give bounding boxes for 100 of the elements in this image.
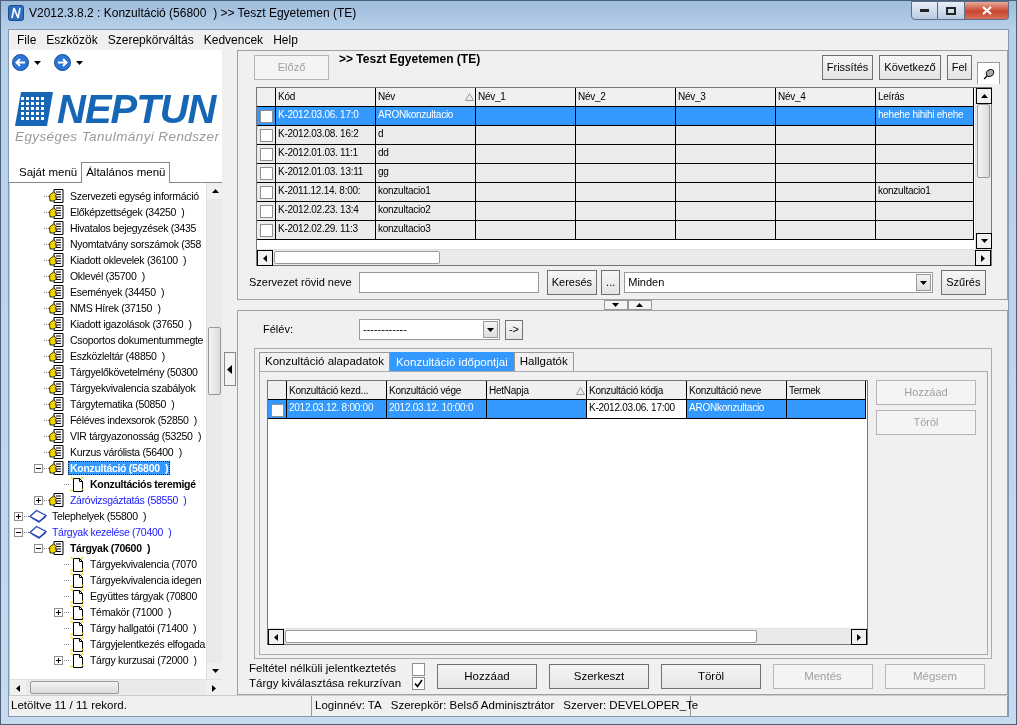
tree-item[interactable]: NMS Hírek (37150 ) (68, 300, 163, 316)
scroll-down-button[interactable] (976, 233, 992, 249)
tree-item[interactable]: Témakör (71000 ) (88, 604, 174, 620)
action-button[interactable]: Hozzáad (437, 664, 537, 689)
expand-button[interactable] (13, 511, 23, 521)
tab[interactable]: Konzultáció alapadatok (259, 352, 390, 371)
maximize-button[interactable] (938, 1, 965, 20)
scroll-up-button[interactable] (207, 183, 223, 199)
checkbox[interactable] (412, 662, 425, 676)
collapse-up-button[interactable] (627, 300, 652, 310)
tree-item[interactable]: Tárgytematika (50850 ) (68, 396, 177, 412)
column-header[interactable]: Név_3 (676, 88, 776, 107)
tab[interactable]: Hallgatók (513, 352, 574, 371)
column-header[interactable]: Név_4 (776, 88, 876, 107)
close-button[interactable] (965, 1, 1009, 20)
scroll-left-button[interactable] (268, 629, 284, 645)
toolbar-button[interactable]: Következő (879, 55, 941, 80)
caret-icon[interactable] (34, 60, 41, 65)
collapse-button[interactable] (33, 463, 43, 473)
table-row[interactable]: 2012.03.12. 8:00:00 2012.03.12. 10:00:0 K-2012.03.06. 17:00 ARONkonzultacio (268, 400, 867, 419)
scroll-thumb[interactable] (285, 630, 757, 643)
tree-item[interactable]: Kiadott oklevelek (36100 ) (68, 252, 189, 268)
menu-item[interactable]: Eszközök (41, 32, 103, 48)
checkbox-column-header[interactable] (268, 381, 287, 400)
tree-item[interactable]: Záróvizsgáztatás (58550 ) (68, 492, 189, 508)
scroll-thumb[interactable] (977, 104, 990, 178)
scroll-thumb[interactable] (208, 327, 221, 395)
tree-item[interactable]: Telephelyek (55800 ) (50, 508, 149, 524)
tree-item[interactable]: Kurzus várólista (56400 ) (68, 444, 184, 460)
checkbox-column-header[interactable] (257, 88, 276, 107)
tree-item[interactable]: Tárgyelőkövetelmény (50300 (68, 364, 200, 380)
column-header[interactable]: Konzultáció neve (687, 381, 787, 400)
tree-item[interactable]: Események (34450 ) (68, 284, 167, 300)
semester-select[interactable]: ------------ (358, 319, 500, 340)
tree-item[interactable]: Tárgyekvivalencia (7070 (88, 556, 199, 572)
minimize-button[interactable] (911, 1, 938, 20)
tree-item[interactable]: Tárgyak (70600 ) (68, 540, 153, 556)
column-header[interactable]: Név (376, 88, 476, 107)
action-button[interactable]: Szerkeszt (549, 664, 649, 689)
tree-item[interactable]: Konzultációs teremigé (88, 476, 198, 492)
table-row[interactable]: K-2012.01.03. 13:11 gg (257, 164, 975, 183)
scroll-thumb[interactable] (30, 681, 119, 694)
table-row[interactable]: K-2012.02.23. 13:4 konzultacio2 (257, 202, 975, 221)
tree-item[interactable]: Együttes tárgyak (70800 (88, 588, 199, 604)
scroll-right-button[interactable] (206, 680, 222, 696)
tree-item[interactable]: Kiadott igazolások (37650 ) (68, 316, 194, 332)
menu-tab[interactable]: Általános menü (81, 162, 171, 183)
column-header[interactable]: Név_2 (576, 88, 676, 107)
tree-item[interactable]: Tárgy hallgatói (71400 ) (88, 620, 199, 636)
tree-item[interactable]: Csoportos dokumentummegte (68, 332, 206, 348)
filter-button[interactable]: Szűrés (941, 270, 986, 295)
menu-tab[interactable]: Saját menü (15, 164, 82, 182)
tree-item[interactable]: Nyomtatvány sorszámok (358 (68, 236, 204, 252)
collapse-button[interactable] (13, 527, 23, 537)
tree-item[interactable]: Oklevél (35700 ) (68, 268, 147, 284)
scroll-up-button[interactable] (976, 88, 992, 104)
scroll-left-button[interactable] (10, 680, 26, 696)
tree-item[interactable]: Előképzettségek (34250 ) (68, 204, 187, 220)
column-header[interactable]: Név_1 (476, 88, 576, 107)
checkbox[interactable] (412, 677, 425, 691)
tree-item[interactable]: Szervezeti egység információ (68, 188, 201, 204)
tree-item[interactable]: Eszközleltár (48850 ) (68, 348, 167, 364)
expand-button[interactable] (53, 607, 63, 617)
column-header[interactable]: Kód (276, 88, 376, 107)
menu-item[interactable]: Kedvencek (198, 32, 269, 48)
table-row[interactable]: K-2011.12.14. 8:00: konzultacio1 konzultacio1 (257, 183, 975, 202)
forward-button[interactable] (54, 54, 71, 71)
tree-item[interactable]: Hivatalos bejegyzések (3435 (68, 220, 199, 236)
scroll-right-button[interactable] (975, 250, 991, 266)
column-header[interactable]: Konzultáció kódja (587, 381, 687, 400)
toolbar-button[interactable]: Fel (946, 55, 972, 80)
collapse-panel-button[interactable] (223, 352, 236, 386)
scope-select[interactable]: Minden (624, 272, 934, 293)
table-row[interactable]: K-2012.01.03. 11:1 dd (257, 145, 975, 164)
go-button[interactable]: -> (504, 319, 523, 340)
tree-item[interactable]: Féléves indexsorok (52850 ) (68, 412, 199, 428)
expand-button[interactable] (33, 495, 43, 505)
table-row[interactable]: K-2012.03.08. 16:2 d (257, 126, 975, 145)
column-header[interactable]: Termek (787, 381, 866, 400)
tree-item[interactable]: Tárgyekvivalencia idegen (88, 572, 204, 588)
tree-item[interactable]: Tárgyak kezelése (70400 ) (50, 524, 174, 540)
menu-item[interactable]: Help (268, 32, 303, 48)
menu-item[interactable]: File (12, 32, 42, 48)
column-header[interactable]: HetNapja (487, 381, 587, 400)
scroll-thumb[interactable] (274, 251, 440, 264)
toolbar-button[interactable]: Frissítés (821, 55, 874, 80)
tree-item[interactable]: Tárgy kurzusai (72000 ) (88, 652, 199, 668)
expand-button[interactable] (53, 655, 63, 665)
action-button[interactable]: Töröl (661, 664, 761, 689)
tree-item[interactable]: Tárgyjelentkezés elfogada (88, 636, 206, 652)
column-header[interactable]: Konzultáció kezd... (287, 381, 387, 400)
search-button[interactable]: Keresés (546, 270, 598, 295)
column-header[interactable]: Konzultáció vége (387, 381, 487, 400)
scroll-right-button[interactable] (851, 629, 867, 645)
organization-field[interactable] (358, 272, 539, 293)
collapse-down-button[interactable] (603, 300, 628, 310)
caret-icon[interactable] (76, 60, 83, 65)
browse-button[interactable]: ... (601, 270, 621, 295)
back-button[interactable] (12, 54, 29, 71)
menu-item[interactable]: Szerepkörváltás (102, 32, 199, 48)
